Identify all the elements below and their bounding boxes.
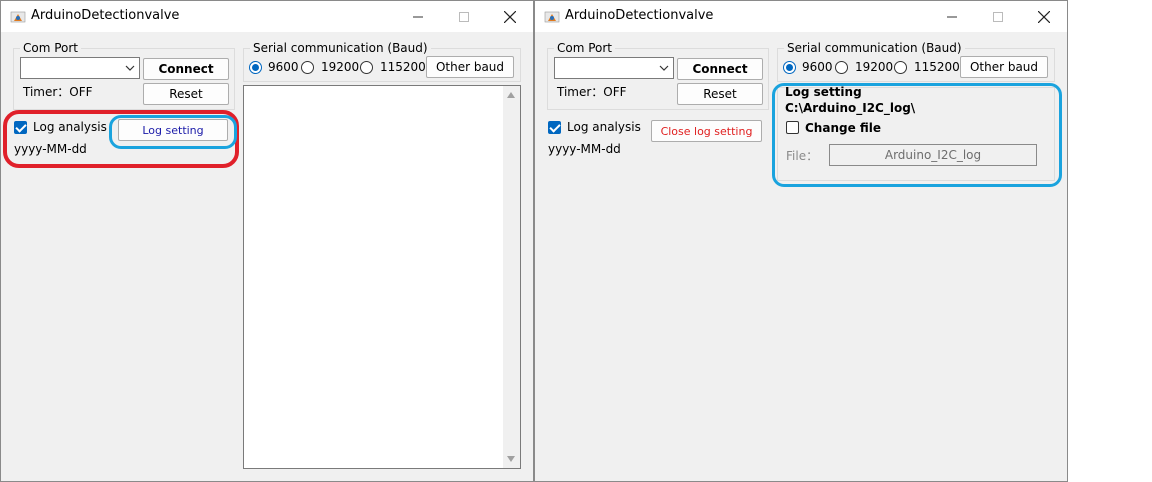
minimize-icon [413, 16, 423, 17]
baud-radio-9600[interactable] [249, 61, 262, 74]
blue-highlight-annotation [109, 115, 237, 149]
chevron-down-icon [125, 65, 135, 71]
baud-radio-19200[interactable] [301, 61, 314, 74]
reset-button[interactable]: Reset [677, 83, 763, 105]
baud-label-19200: 19200 [321, 60, 360, 74]
close-button[interactable] [487, 1, 533, 32]
baud-radio-19200[interactable] [835, 61, 848, 74]
baud-radio-9600[interactable] [783, 61, 796, 74]
other-baud-button[interactable]: Other baud [960, 56, 1048, 78]
com-port-label: Com Port [20, 41, 82, 55]
com-port-label: Com Port [554, 41, 616, 55]
title-bar[interactable]: ArduinoDetectionvalve [1, 1, 533, 32]
timer-status: Timer：OFF [557, 85, 627, 99]
timer-status: Timer：OFF [23, 85, 93, 99]
app-icon [544, 11, 560, 23]
maximize-icon [993, 11, 1003, 22]
minimize-button[interactable] [395, 1, 441, 32]
minimize-button[interactable] [929, 1, 975, 32]
com-port-select[interactable] [20, 57, 140, 79]
scroll-up-icon[interactable] [507, 92, 515, 98]
chevron-down-icon [659, 65, 669, 71]
serial-baud-label: Serial communication (Baud) [784, 41, 965, 55]
minimize-icon [947, 16, 957, 17]
reset-button[interactable]: Reset [143, 83, 229, 105]
date-format-text: yyyy-MM-dd [548, 142, 621, 156]
window-title: ArduinoDetectionvalve [31, 8, 180, 23]
baud-label-115200: 115200 [380, 60, 426, 74]
blue-highlight-annotation [772, 83, 1062, 187]
maximize-button[interactable] [975, 1, 1021, 32]
main-window-right: ArduinoDetectionvalve Com Port Connect T… [534, 0, 1068, 482]
connect-button[interactable]: Connect [143, 58, 229, 80]
log-analysis-label: Log analysis [567, 120, 641, 134]
close-icon [1038, 10, 1050, 23]
baud-label-115200: 115200 [914, 60, 960, 74]
scroll-down-icon[interactable] [507, 456, 515, 462]
connect-button[interactable]: Connect [677, 58, 763, 80]
baud-label-9600: 9600 [268, 60, 299, 74]
close-icon [504, 10, 516, 23]
serial-baud-label: Serial communication (Baud) [250, 41, 431, 55]
main-window-left: ArduinoDetectionvalve Com Port Connect T… [0, 0, 534, 482]
baud-radio-115200[interactable] [360, 61, 373, 74]
serial-output[interactable] [243, 85, 521, 469]
baud-label-19200: 19200 [855, 60, 894, 74]
close-button[interactable] [1021, 1, 1067, 32]
baud-label-9600: 9600 [802, 60, 833, 74]
baud-radio-115200[interactable] [894, 61, 907, 74]
maximize-icon [459, 11, 469, 22]
log-analysis-checkbox[interactable] [548, 121, 561, 134]
maximize-button[interactable] [441, 1, 487, 32]
window-title: ArduinoDetectionvalve [565, 8, 714, 23]
com-port-select[interactable] [554, 57, 674, 79]
app-icon [10, 11, 26, 23]
other-baud-button[interactable]: Other baud [426, 56, 514, 78]
title-bar[interactable]: ArduinoDetectionvalve [535, 1, 1067, 32]
vertical-scrollbar[interactable] [503, 86, 520, 468]
close-log-setting-button[interactable]: Close log setting [651, 120, 762, 142]
